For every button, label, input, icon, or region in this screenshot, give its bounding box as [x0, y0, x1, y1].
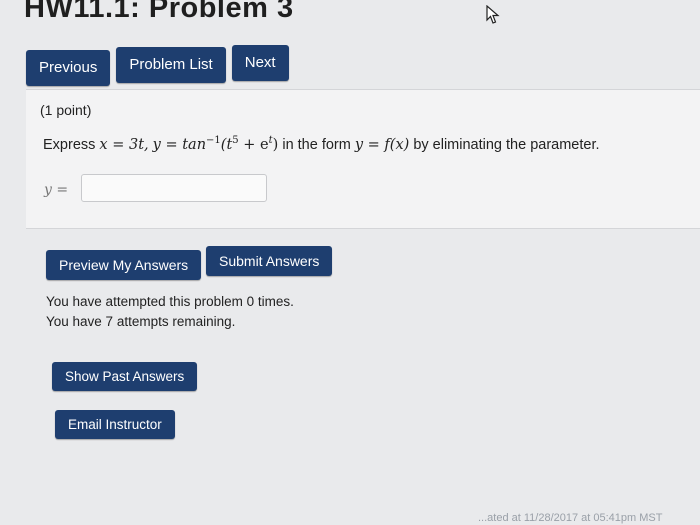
email-instructor-button[interactable]: Email Instructor — [55, 410, 175, 439]
math-plus-e: + e — [238, 136, 269, 153]
math-y-eq: y = tan−1(t5 + et) — [152, 135, 279, 153]
preview-answers-button[interactable]: Preview My Answers — [46, 250, 202, 280]
math-x-eq: x = 3t, — [99, 136, 149, 153]
problem-list-button[interactable]: Problem List — [116, 47, 226, 83]
math-inverse: −1 — [206, 135, 221, 146]
math-close: ) — [272, 136, 279, 153]
footer-timestamp: ...ated at 11/28/2017 at 05:41pm MST — [478, 512, 663, 524]
math-form: y = f(x) — [354, 136, 410, 153]
problem-nav: Previous Problem List Next — [26, 45, 289, 86]
mouse-pointer-icon — [486, 5, 500, 24]
answer-label: y = — [44, 182, 69, 198]
submit-answers-button[interactable]: Submit Answers — [206, 246, 333, 276]
points-label: (1 point) — [40, 102, 92, 118]
answer-input[interactable] — [81, 174, 267, 202]
attempted-text: You have attempted this problem 0 times. — [46, 294, 294, 309]
problem-statement: Express x = 3t, y = tan−1(t5 + et) in th… — [43, 135, 600, 153]
next-button[interactable]: Next — [231, 45, 289, 81]
question-prefix: Express — [43, 136, 96, 153]
problem-panel: (1 point) Express x = 3t, y = tan−1(t5 +… — [26, 89, 700, 229]
remaining-text: You have 7 attempts remaining. — [46, 314, 236, 329]
question-mid: in the form — [282, 136, 351, 153]
math-arg: (t — [220, 136, 233, 153]
attempts-info: You have attempted this problem 0 times.… — [46, 292, 294, 332]
question-suffix: by eliminating the parameter. — [413, 136, 600, 153]
previous-button[interactable]: Previous — [26, 50, 111, 86]
page-title: HW11.1: Problem 3 — [24, 0, 294, 24]
math-tan: y = tan — [152, 136, 207, 153]
show-past-answers-button[interactable]: Show Past Answers — [52, 362, 198, 391]
